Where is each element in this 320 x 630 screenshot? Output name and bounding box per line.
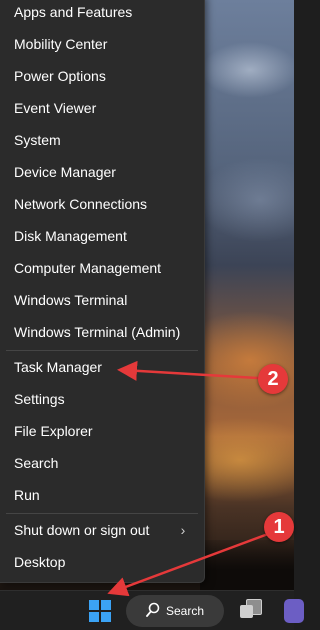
search-icon [146,602,160,617]
menu-item-windows-terminal-admin[interactable]: Windows Terminal (Admin) [0,316,204,348]
menu-item-apps-and-features[interactable]: Apps and Features [0,0,204,28]
taskbar: Search [0,590,304,630]
windows-start-button[interactable] [84,595,116,627]
menu-item-search[interactable]: Search [0,447,204,479]
menu-item-label: Shut down or sign out [14,522,150,538]
task-view-button[interactable] [240,599,264,623]
chevron-right-icon: › [180,522,186,538]
callout-badge-2: 2 [258,364,288,394]
callout-badge-1: 1 [264,512,294,542]
search-label: Search [166,604,205,618]
menu-item-run[interactable]: Run [0,479,204,511]
menu-item-system[interactable]: System [0,124,204,156]
taskbar-search-button[interactable]: Search [126,595,224,627]
menu-item-mobility-center[interactable]: Mobility Center [0,28,204,60]
wallpaper-treeline [200,540,294,590]
menu-item-event-viewer[interactable]: Event Viewer [0,92,204,124]
menu-item-windows-terminal[interactable]: Windows Terminal [0,284,204,316]
menu-item-computer-management[interactable]: Computer Management [0,252,204,284]
app-icon[interactable] [284,599,304,623]
menu-item-shut-down-or-sign-out[interactable]: Shut down or sign out › [0,514,204,546]
menu-item-network-connections[interactable]: Network Connections [0,188,204,220]
menu-item-settings[interactable]: Settings [0,383,204,415]
menu-item-device-manager[interactable]: Device Manager [0,156,204,188]
menu-item-desktop[interactable]: Desktop [0,546,204,578]
menu-item-disk-management[interactable]: Disk Management [0,220,204,252]
menu-item-power-options[interactable]: Power Options [0,60,204,92]
menu-item-task-manager[interactable]: Task Manager [0,351,204,383]
menu-item-file-explorer[interactable]: File Explorer [0,415,204,447]
quick-link-menu: Apps and Features Mobility Center Power … [0,0,205,583]
